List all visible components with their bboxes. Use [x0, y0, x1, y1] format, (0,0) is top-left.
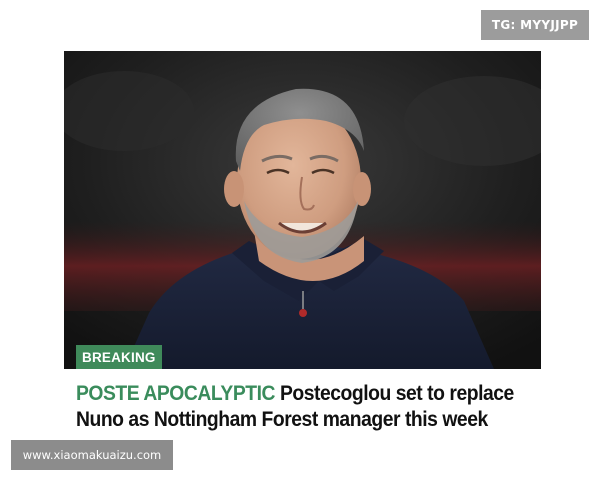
article-photo-image [64, 51, 541, 369]
watermark-top-text: TG: MYYJJPP [491, 18, 579, 32]
watermark-bottom: www.xiaomakuaizu.com [11, 440, 173, 470]
article-card[interactable]: BREAKING POSTE APOCALYPTIC Postecoglou s… [64, 51, 541, 437]
breaking-badge-label: BREAKING [82, 349, 156, 365]
watermark-bottom-text: www.xiaomakuaizu.com [22, 448, 162, 462]
headline-kicker: POSTE APOCALYPTIC [76, 382, 276, 405]
article-photo[interactable] [64, 51, 541, 369]
watermark-top: TG: MYYJJPP [481, 10, 589, 40]
page: TG: MYYJJPP BREAKING POSTE APOCALYPTIC P… [0, 0, 600, 480]
article-headline[interactable]: POSTE APOCALYPTIC Postecoglou set to rep… [76, 381, 536, 433]
breaking-badge: BREAKING [76, 345, 162, 369]
